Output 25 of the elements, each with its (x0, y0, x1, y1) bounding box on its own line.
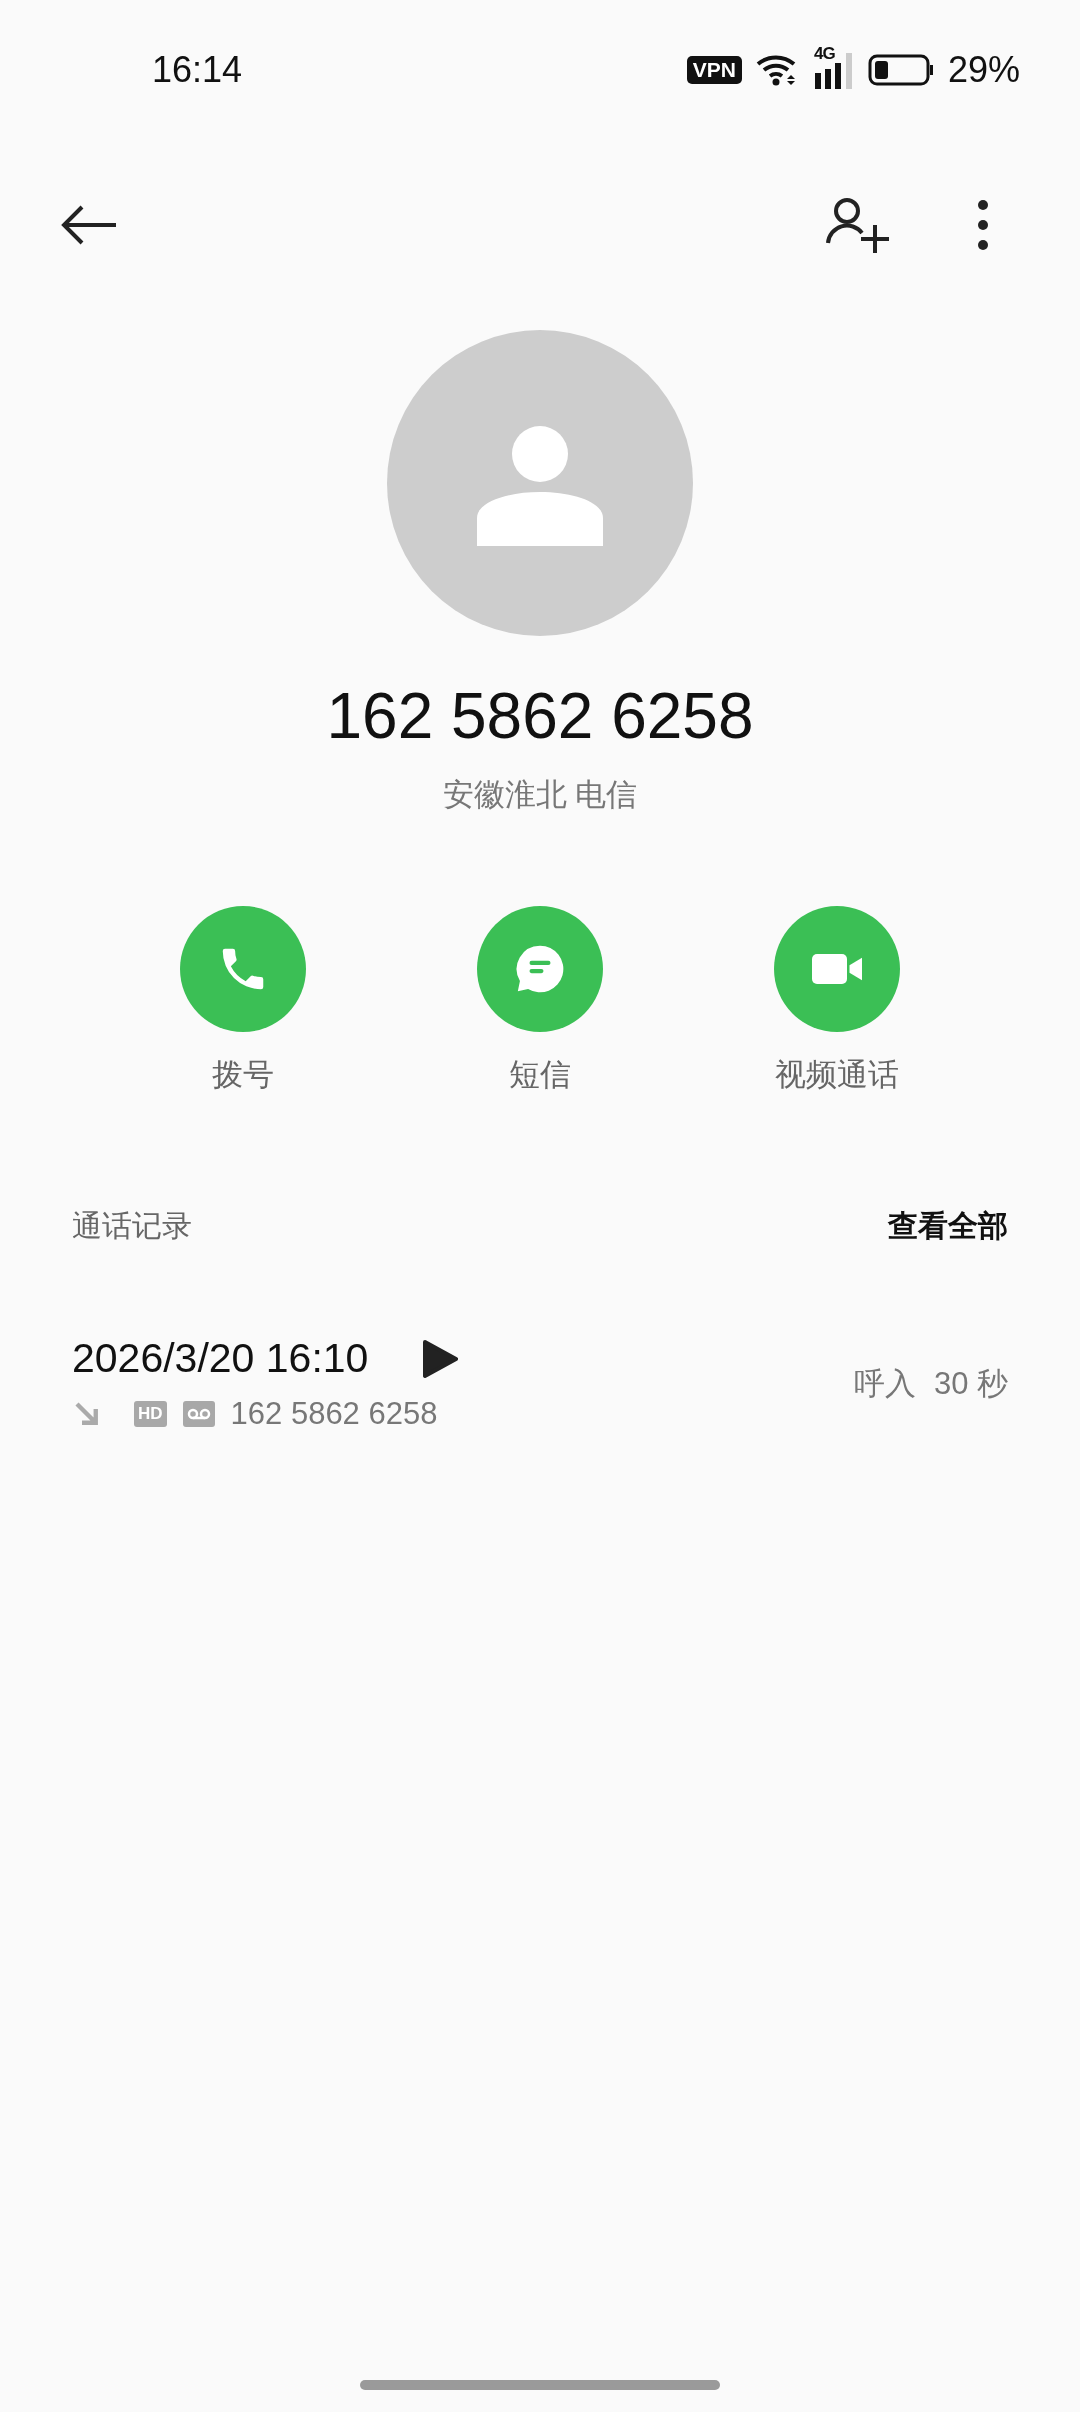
play-icon (422, 1338, 459, 1379)
vpn-badge: VPN (686, 56, 742, 84)
call-number: 162 5862 6258 (230, 1396, 438, 1432)
play-button[interactable] (422, 1338, 459, 1379)
section-title: 通话记录 (72, 1208, 192, 1244)
back-button[interactable] (60, 205, 118, 245)
network-type: 4G (813, 45, 835, 63)
call-type: 呼入 (853, 1364, 916, 1403)
battery-percent: 29% (947, 49, 1020, 91)
status-time: 16:14 (152, 49, 243, 91)
back-arrow-icon (60, 205, 118, 245)
call-datetime: 2026/3/20 16:10 (72, 1335, 369, 1382)
phone-number: 162 5862 6258 (325, 679, 755, 754)
voicemail-icon (182, 1401, 215, 1427)
view-all-link[interactable]: 查看全部 (888, 1206, 1008, 1247)
number-location: 安徽淮北 电信 (441, 776, 639, 814)
hd-badge: HD (134, 1401, 167, 1427)
person-plus-icon (825, 195, 891, 255)
battery-icon (867, 54, 934, 86)
add-contact-button[interactable] (825, 195, 891, 255)
more-icon (978, 200, 988, 250)
call-action-button[interactable]: 拨号 (118, 906, 368, 1096)
call-duration: 30 秒 (933, 1364, 1008, 1403)
video-action-button[interactable]: 视频通话 (712, 906, 962, 1096)
message-action-button[interactable]: 短信 (415, 906, 665, 1096)
